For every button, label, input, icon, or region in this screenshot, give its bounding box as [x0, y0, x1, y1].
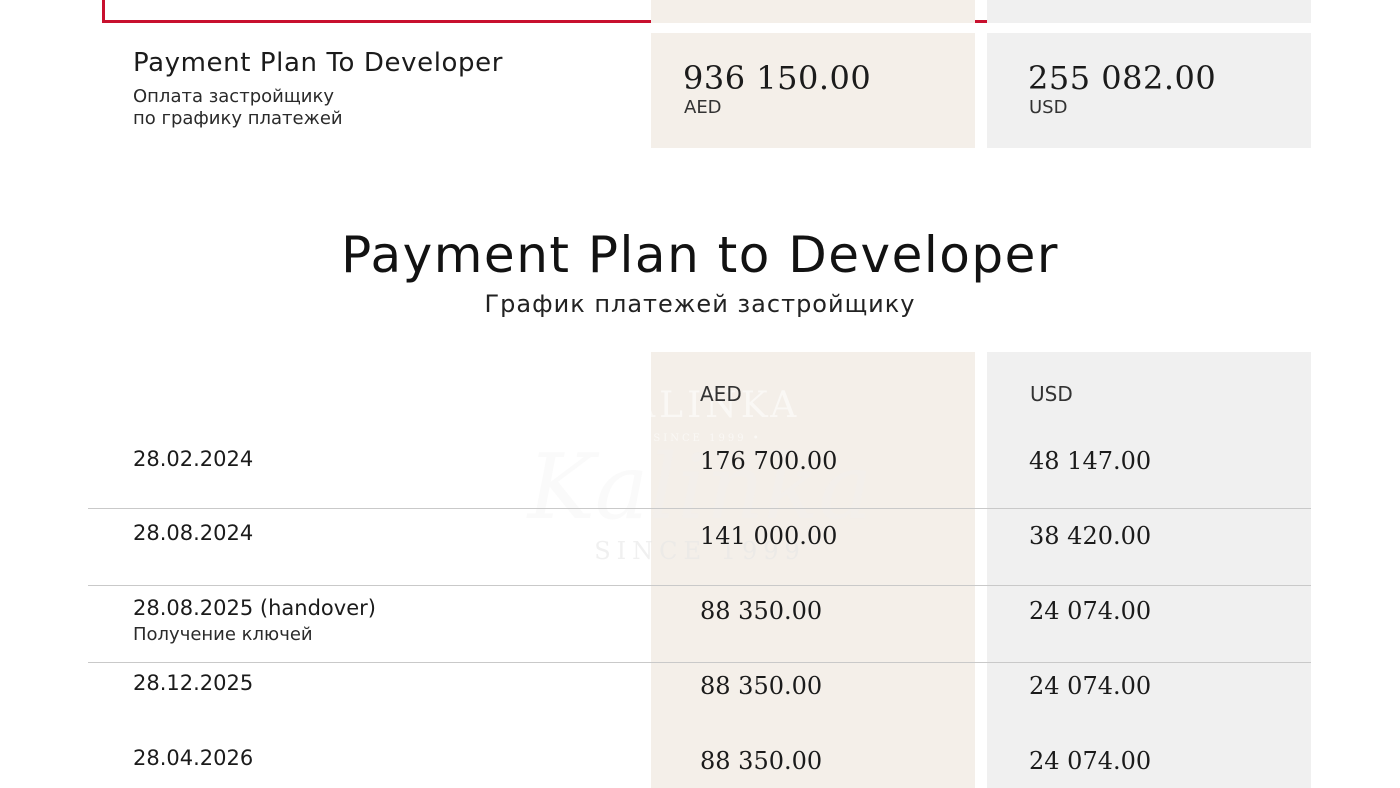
- summary-title: Payment Plan To Developer: [133, 48, 504, 78]
- table-header-usd: USD: [1030, 382, 1073, 406]
- table-row-aed: 88 350.00: [700, 597, 823, 625]
- summary-aed-cell: 936 150.00 AED: [651, 33, 975, 148]
- table-row-aed: 141 000.00: [700, 522, 838, 550]
- summary-aed-label: AED: [684, 97, 722, 118]
- row-divider: [88, 662, 1311, 663]
- summary-aed-amount: 936 150.00: [683, 59, 872, 97]
- table-row-date: 28.08.2025 (handover): [133, 596, 376, 620]
- table-row-aed: 88 350.00: [700, 747, 823, 775]
- section-subtitle: График платежей застройщику: [484, 290, 916, 318]
- summary-usd-cell: 255 082.00 USD: [987, 33, 1311, 148]
- table-row-date: 28.04.2026: [133, 746, 254, 770]
- table-row-note: Получение ключей: [133, 624, 313, 645]
- table-row-usd: 38 420.00: [1029, 522, 1152, 550]
- table-row-aed: 88 350.00: [700, 672, 823, 700]
- table-row-aed: 176 700.00: [700, 447, 838, 475]
- table-header-aed: AED: [700, 382, 742, 406]
- table-row-usd: 48 147.00: [1029, 447, 1152, 475]
- table-usd-column: [987, 352, 1311, 788]
- table-row-date: 28.08.2024: [133, 521, 254, 545]
- summary-subtitle-line2: по графику платежей: [133, 108, 343, 129]
- row-divider: [88, 508, 1311, 509]
- table-row-usd: 24 074.00: [1029, 672, 1152, 700]
- table-row-date: 28.12.2025: [133, 671, 254, 695]
- table-row-date: 28.02.2024: [133, 447, 254, 471]
- section-title: Payment Plan to Developer: [341, 226, 1059, 284]
- usd-column-top: [987, 0, 1311, 23]
- table-row-usd: 24 074.00: [1029, 597, 1152, 625]
- table-row-usd: 24 074.00: [1029, 747, 1152, 775]
- summary-usd-label: USD: [1029, 97, 1068, 118]
- table-aed-column: [651, 352, 975, 788]
- row-divider: [88, 585, 1311, 586]
- aed-column-top: [651, 0, 975, 23]
- summary-subtitle-line1: Оплата застройщику: [133, 86, 335, 107]
- summary-usd-amount: 255 082.00: [1028, 59, 1217, 97]
